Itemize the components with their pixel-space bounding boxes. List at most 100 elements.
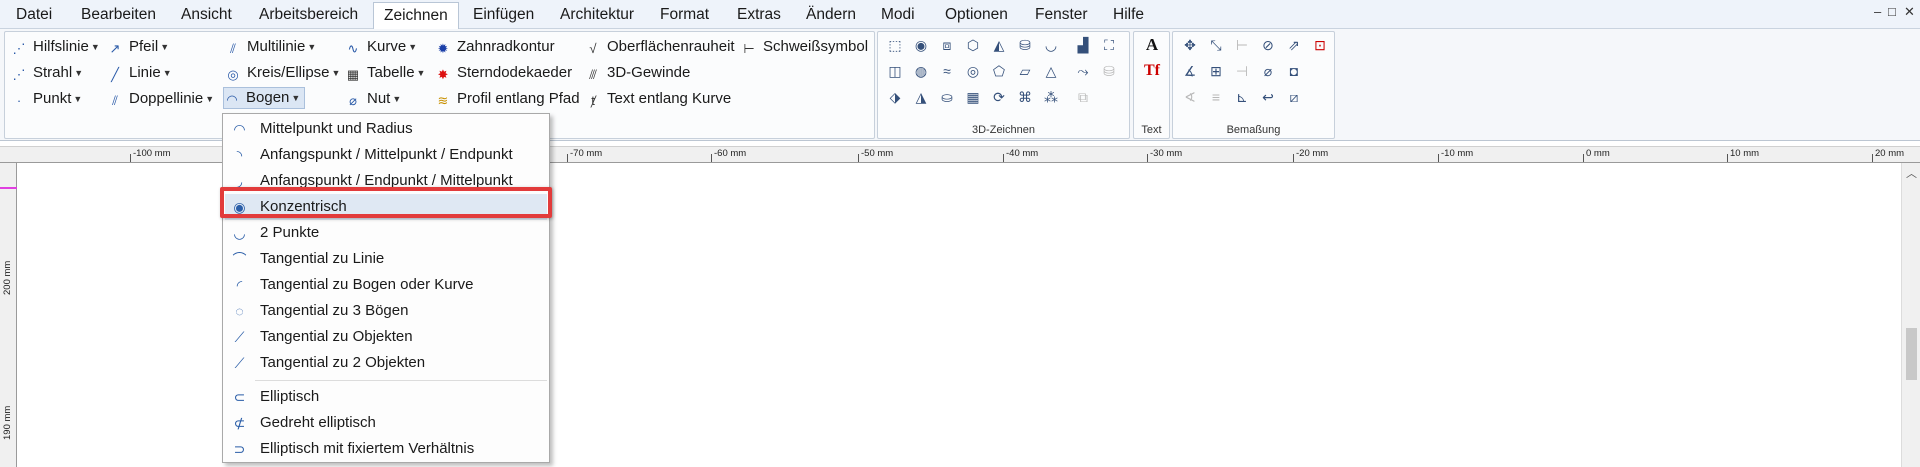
scroll-thumb[interactable] (1906, 328, 1917, 380)
wedge-icon[interactable]: ◭ (990, 36, 1008, 54)
profil-entlang-pfad-button[interactable]: ≋ Profil entlang Pfad (435, 88, 580, 110)
menu-datei[interactable]: Datei (16, 0, 52, 29)
minimize-icon[interactable]: – (1874, 4, 1881, 19)
prism-icon[interactable]: ⬠ (990, 62, 1008, 80)
sterndodekaeder-button[interactable]: ✸ Sterndodekaeder (435, 62, 573, 84)
line-icon: ╱ (111, 67, 119, 82)
chevron-down-icon: ▼ (416, 68, 426, 78)
zahnradkontur-button[interactable]: ✹ Zahnradkontur (435, 36, 555, 58)
profil-entlang-pfad-label: Profil entlang Pfad (457, 90, 580, 107)
menu-extras[interactable]: Extras (737, 0, 781, 29)
menu-item-label: Elliptisch (260, 388, 320, 405)
menu-item-tangential-3-boegen[interactable]: ◌ Tangential zu 3 Bögen (225, 298, 547, 324)
menu-modi[interactable]: Modi (881, 0, 915, 29)
group-label-bemassung: Bemaßung (1226, 124, 1281, 136)
bogen-button[interactable]: ◠ Bogen ▼ (223, 87, 306, 109)
cylinder-small-icon[interactable]: ⛀ (938, 88, 956, 106)
close-icon[interactable]: ✕ (1904, 4, 1915, 20)
punkt-label: Punkt (33, 90, 72, 107)
box-3d-icon[interactable]: ⬚ (886, 36, 904, 54)
dimension-tolerance-icon[interactable]: ⊡ (1311, 36, 1329, 54)
dimension-coordinate-icon[interactable]: ⊾ (1233, 88, 1251, 106)
cube-icon[interactable]: ⧈ (938, 36, 956, 54)
menu-format[interactable]: Format (660, 0, 709, 29)
dimension-arrow-icon[interactable]: ↩ (1259, 88, 1277, 106)
gewinde-3d-button[interactable]: ⫻ 3D-Gewinde (585, 62, 690, 84)
linie-button[interactable]: ╱ Linie ▼ (107, 62, 172, 84)
dimension-diagonal-icon[interactable]: ⧄ (1285, 88, 1303, 106)
punkt-button[interactable]: · Punkt ▼ (11, 88, 82, 110)
dimension-leader-icon[interactable]: ⇗ (1285, 36, 1303, 54)
kurve-button[interactable]: ∿ Kurve ▼ (345, 36, 418, 58)
curve-icon: ∿ (347, 41, 359, 56)
pattern-icon[interactable]: ⁂ (1042, 88, 1060, 106)
menu-item-gedreht-elliptisch[interactable]: ⊄ Gedreht elliptisch (225, 410, 547, 436)
dimension-baseline-icon[interactable]: ⊞ (1207, 62, 1225, 80)
sweep-icon[interactable]: ⤳ (1074, 62, 1092, 80)
extrude-icon[interactable]: ▟ (1074, 36, 1092, 54)
menu-architektur[interactable]: Architektur (560, 0, 634, 29)
nut-button[interactable]: ⌀ Nut ▼ (345, 88, 401, 110)
sphere-icon[interactable]: ◉ (912, 36, 930, 54)
strahl-button[interactable]: ⋰ Strahl ▼ (11, 62, 84, 84)
hilfslinie-button[interactable]: ⋰ Hilfslinie ▼ (11, 36, 100, 58)
dimension-move-icon[interactable]: ✥ (1181, 36, 1199, 54)
cone-icon[interactable]: ◮ (912, 88, 930, 106)
doppellinie-button[interactable]: ⫽ Doppellinie ▼ (107, 88, 214, 110)
dimension-radius-icon[interactable]: ⊘ (1259, 36, 1277, 54)
oberflaechenrauheit-button[interactable]: √ Oberflächenrauheit (585, 36, 734, 58)
mesh-icon[interactable]: ⌘ (1016, 88, 1034, 106)
ruler-tick (858, 154, 859, 162)
tabelle-button[interactable]: ▦ Tabelle ▼ (345, 62, 426, 84)
ring-icon[interactable]: ◎ (964, 62, 982, 80)
cylinder-icon[interactable]: ⛁ (1016, 36, 1034, 54)
menu-item-tangential-bogen[interactable]: ◜ Tangential zu Bogen oder Kurve (225, 272, 547, 298)
torus-icon[interactable]: ◡ (1042, 36, 1060, 54)
dimension-angle-icon[interactable]: ∡ (1181, 62, 1199, 80)
dimension-diameter-icon[interactable]: ⌀ (1259, 62, 1277, 80)
cube-wire-icon[interactable]: ⬡ (964, 36, 982, 54)
pyramid-icon[interactable]: △ (1042, 62, 1060, 80)
pfeil-button[interactable]: ↗ Pfeil ▼ (107, 36, 170, 58)
text-entlang-kurve-label: Text entlang Kurve (607, 90, 732, 107)
lathe-icon[interactable]: ⛶ (1100, 36, 1118, 54)
grid-icon[interactable]: ▦ (964, 88, 982, 106)
multilinie-button[interactable]: ⫽ Multilinie ▼ (225, 36, 316, 58)
plane-icon[interactable]: ▱ (1016, 62, 1034, 80)
spring-icon[interactable]: ≈ (938, 62, 956, 80)
menu-item-tangential-2-objekten[interactable]: ⟋ Tangential zu 2 Objekten (225, 350, 547, 376)
zahnradkontur-label: Zahnradkontur (457, 38, 555, 55)
scroll-up-icon[interactable]: ︿ (1906, 165, 1917, 181)
chevron-down-icon: ▼ (331, 68, 341, 78)
text-icon[interactable]: A (1143, 36, 1161, 54)
menu-item-2-punkte[interactable]: ◡ 2 Punkte (225, 220, 547, 246)
menu-einfuegen[interactable]: Einfügen (473, 0, 534, 29)
cuboid-icon[interactable]: ◫ (886, 62, 904, 80)
text-entlang-kurve-button[interactable]: ⱦ Text entlang Kurve (585, 88, 731, 110)
box-open-icon[interactable]: ⬗ (886, 88, 904, 106)
dimension-aligned-icon[interactable]: ⤡ (1207, 36, 1225, 54)
menu-item-elliptisch-fixiert[interactable]: ⊃ Elliptisch mit fixiertem Verhältnis (225, 436, 547, 462)
menu-fenster[interactable]: Fenster (1035, 0, 1088, 29)
menu-item-mittelpunkt-radius[interactable]: ◠ Mittelpunkt und Radius (225, 116, 547, 142)
rotate-3d-icon[interactable]: ⟳ (990, 88, 1008, 106)
menu-item-elliptisch[interactable]: ⊂ Elliptisch (225, 384, 547, 410)
menu-item-tangential-objekten[interactable]: ⟋ Tangential zu Objekten (225, 324, 547, 350)
disk-icon[interactable]: ◍ (912, 62, 930, 80)
schweisssymbol-button[interactable]: ⊢ Schweißsymbol (741, 36, 868, 58)
menu-item-anfang-mittel-end[interactable]: ◝ Anfangspunkt / Mittelpunkt / Endpunkt (225, 142, 547, 168)
union-disabled-icon: ⧉ (1078, 89, 1088, 105)
menu-optionen[interactable]: Optionen (945, 0, 1008, 29)
menu-hilfe[interactable]: Hilfe (1113, 0, 1144, 29)
kreis-ellipse-button[interactable]: ◎ Kreis/Ellipse ▼ (225, 62, 340, 84)
menu-item-tangential-linie[interactable]: ⌒ Tangential zu Linie (225, 246, 547, 272)
menu-aendern[interactable]: Ändern (806, 0, 856, 29)
restore-icon[interactable]: □ (1888, 4, 1896, 19)
menu-ansicht[interactable]: Ansicht (181, 0, 232, 29)
menu-arbeitsbereich[interactable]: Arbeitsbereich (259, 0, 358, 29)
menu-bearbeiten[interactable]: Bearbeiten (81, 0, 156, 29)
dimension-label-icon[interactable]: ◘ (1285, 62, 1303, 80)
vertical-scrollbar[interactable]: ︿ (1901, 163, 1920, 467)
menu-zeichnen[interactable]: Zeichnen (373, 2, 459, 30)
text-formula-icon[interactable]: Tf (1143, 62, 1161, 80)
